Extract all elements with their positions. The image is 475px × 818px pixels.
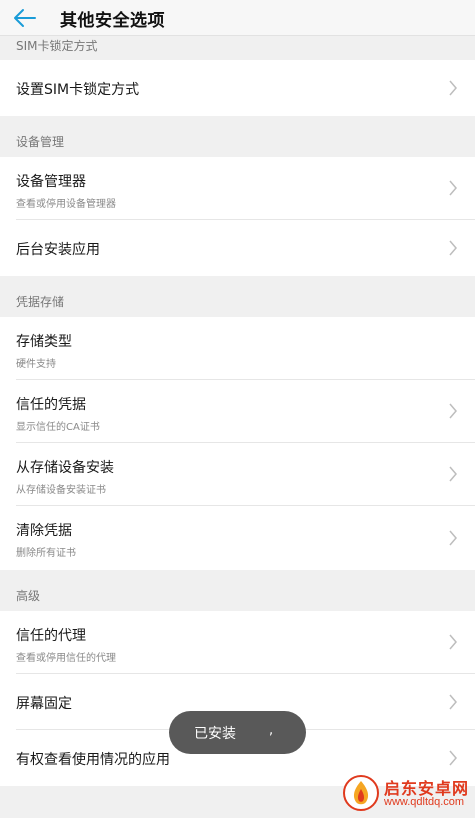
toast-message: 已安装 ,: [169, 711, 306, 754]
list-item-clear-credentials[interactable]: 清除凭据 删除所有证书: [0, 506, 475, 570]
section-header-device: 设备管理: [0, 116, 475, 157]
chevron-right-icon: [449, 530, 457, 546]
chevron-right-icon: [449, 180, 457, 196]
item-subtitle: 查看或停用信任的代理: [16, 653, 116, 664]
watermark: 启东安卓网 www.qdltdq.com: [340, 772, 472, 816]
list-item-sim-lock[interactable]: 设置SIM卡锁定方式: [0, 60, 475, 116]
item-subtitle: 从存储设备安装证书: [16, 485, 106, 496]
item-subtitle: 硬件支持: [16, 359, 56, 370]
list-item-background-install[interactable]: 后台安装应用: [0, 220, 475, 276]
item-title: 有权查看使用情况的应用: [16, 752, 170, 768]
toast-text: 已安装: [194, 726, 236, 742]
item-title: 存储类型: [16, 334, 72, 350]
toast-mark: ,: [269, 723, 274, 738]
item-title: 信任的代理: [16, 628, 86, 644]
page-title: 其他安全选项: [60, 11, 165, 31]
section-header-label: 凭据存储: [16, 295, 65, 309]
arrow-left-icon: [14, 9, 36, 27]
item-title: 信任的凭据: [16, 397, 86, 413]
list-item-storage-type: 存储类型 硬件支持: [0, 317, 475, 380]
section-header-credentials: 凭据存储: [0, 276, 475, 317]
chevron-right-icon: [449, 80, 457, 96]
item-title: 设置SIM卡锁定方式: [16, 82, 140, 98]
section-header-label: SIM卡锁定方式: [16, 39, 98, 53]
chevron-right-icon: [449, 466, 457, 482]
chevron-right-icon: [449, 403, 457, 419]
list-item-trust-agents[interactable]: 信任的代理 查看或停用信任的代理: [0, 611, 475, 674]
item-title: 清除凭据: [16, 523, 72, 539]
item-subtitle: 查看或停用设备管理器: [16, 199, 116, 210]
chevron-right-icon: [449, 694, 457, 710]
item-title: 从存储设备安装: [16, 460, 114, 476]
list-item-device-admin[interactable]: 设备管理器 查看或停用设备管理器: [0, 157, 475, 220]
watermark-url: www.qdltdq.com: [384, 796, 465, 808]
section-header-label: 设备管理: [16, 135, 65, 149]
back-button[interactable]: [6, 2, 42, 34]
chevron-right-icon: [449, 240, 457, 256]
item-title: 后台安装应用: [16, 242, 100, 258]
app-header: 其他安全选项: [0, 0, 475, 36]
item-subtitle: 显示信任的CA证书: [16, 422, 100, 433]
chevron-right-icon: [449, 634, 457, 650]
section-header-sim: SIM卡锁定方式: [0, 36, 475, 60]
section-header-advanced: 高级: [0, 570, 475, 611]
list-item-install-from-storage[interactable]: 从存储设备安装 从存储设备安装证书: [0, 443, 475, 506]
chevron-right-icon: [449, 750, 457, 766]
item-title: 屏幕固定: [16, 696, 72, 712]
watermark-logo-icon: [343, 775, 379, 811]
item-title: 设备管理器: [16, 174, 86, 190]
section-header-label: 高级: [16, 589, 41, 603]
item-subtitle: 删除所有证书: [16, 548, 76, 559]
list-item-trusted-credentials[interactable]: 信任的凭据 显示信任的CA证书: [0, 380, 475, 443]
